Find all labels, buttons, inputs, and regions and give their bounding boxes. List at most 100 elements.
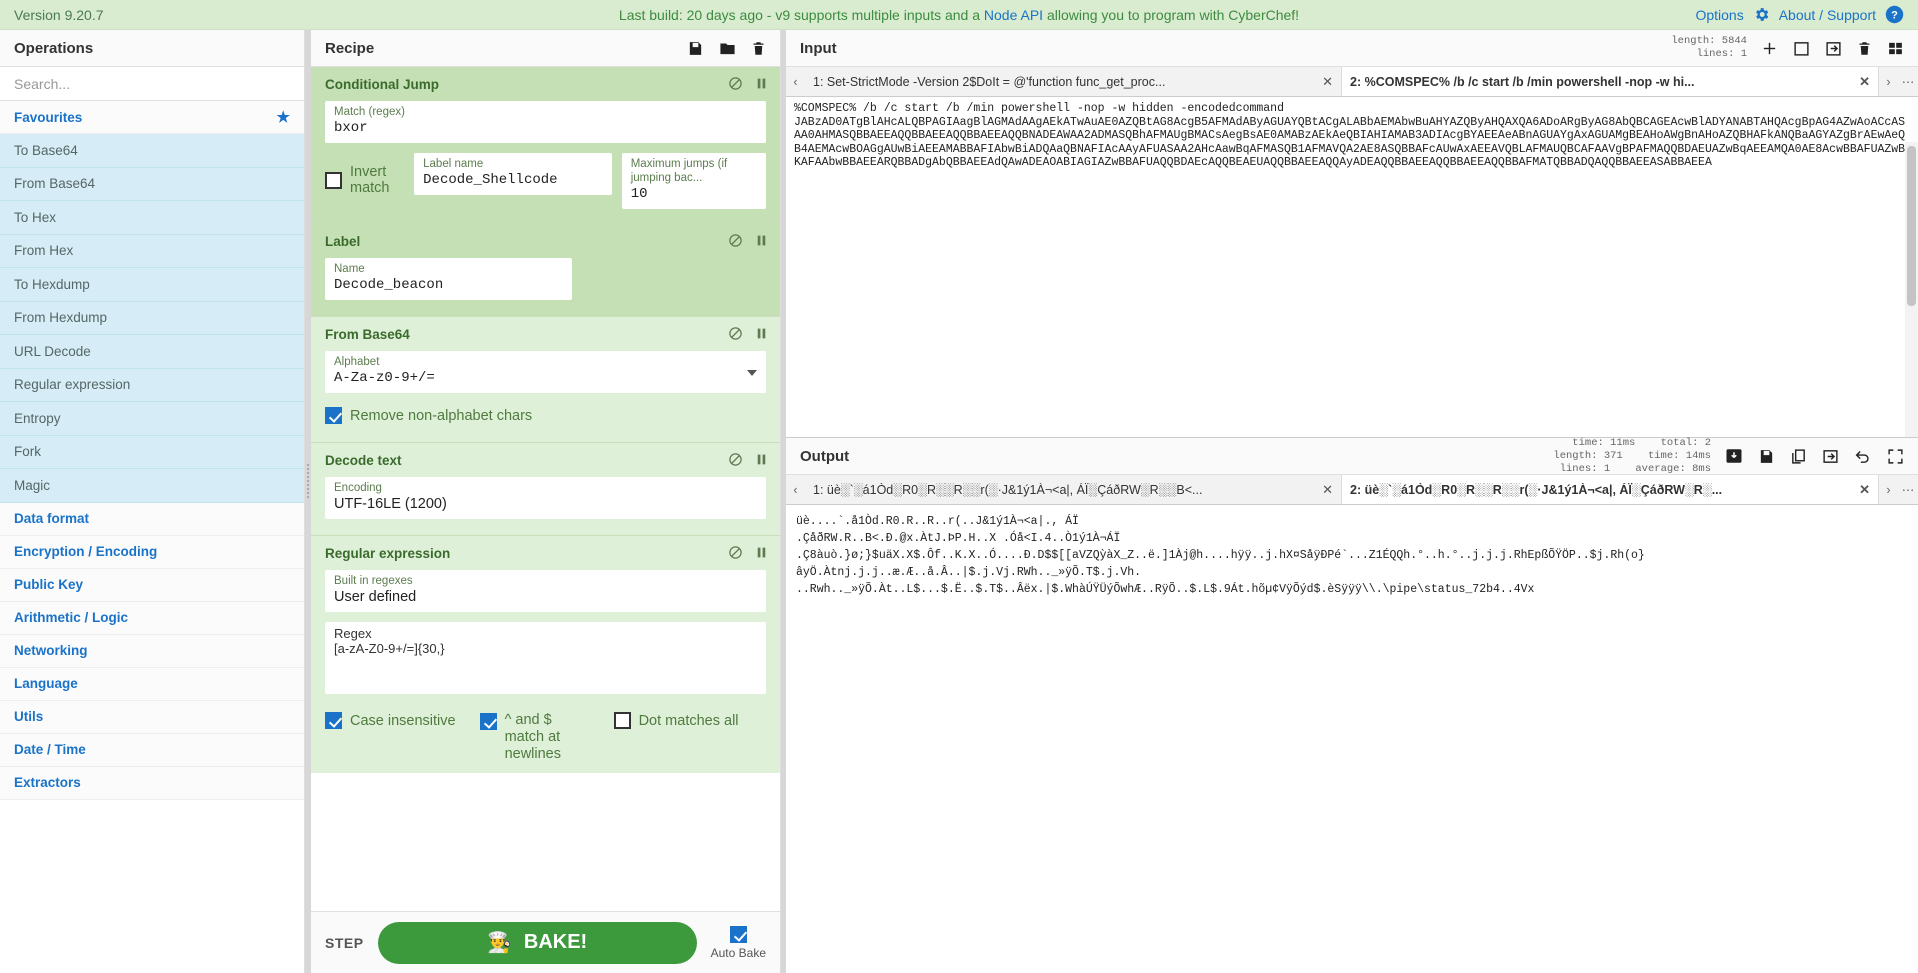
- operations-category[interactable]: Public Key: [0, 568, 304, 602]
- field-name[interactable]: Name Decode_beacon: [325, 258, 572, 300]
- about-support-link[interactable]: About / Support: [1779, 7, 1876, 23]
- operation-item[interactable]: To Hex: [0, 201, 304, 235]
- operation-item[interactable]: From Hex: [0, 234, 304, 268]
- tabs-prev-arrow[interactable]: ‹: [786, 475, 805, 504]
- options-link[interactable]: Options: [1695, 7, 1743, 23]
- operations-panel: Operations Favourites ★ To Base64From Ba…: [0, 30, 305, 973]
- field-match-regex[interactable]: Match (regex) bxor: [325, 101, 766, 143]
- operation-item[interactable]: Regular expression: [0, 368, 304, 402]
- clear-recipe-icon[interactable]: [751, 40, 766, 57]
- node-api-link[interactable]: Node API: [984, 7, 1043, 23]
- io-tab[interactable]: 2: üè░`░á1Òd░R0░R░░R░░r(░·J&1ý1À¬<a|, ÁÏ…: [1342, 475, 1879, 504]
- field-encoding[interactable]: Encoding UTF-16LE (1200): [325, 477, 766, 519]
- input-scrollbar-thumb[interactable]: [1907, 146, 1916, 306]
- recipe-op-decode-text[interactable]: Decode text Encoding UTF-16LE (1200): [311, 443, 780, 536]
- disable-op-icon[interactable]: [728, 233, 743, 248]
- step-button[interactable]: STEP: [325, 935, 364, 951]
- breakpoint-op-icon[interactable]: [755, 76, 768, 91]
- field-regex[interactable]: Regex [a-zA-Z0-9+/=]{30,}: [325, 622, 766, 694]
- operation-item[interactable]: URL Decode: [0, 335, 304, 369]
- output-time-value: 11ms: [1610, 436, 1636, 449]
- io-tab[interactable]: 1: üè░`░á1Òd░R0░R░░R░░r(░·J&1ý1À¬<a|, ÁÏ…: [805, 475, 1342, 504]
- multiline-checkbox[interactable]: ^ and $ match at newlines: [479, 712, 590, 763]
- category-favourites[interactable]: Favourites ★: [0, 101, 304, 134]
- tabs-next-arrow[interactable]: ›: [1879, 475, 1898, 504]
- dot-matches-all-checkbox[interactable]: Dot matches all: [613, 712, 739, 729]
- operation-item[interactable]: From Base64: [0, 167, 304, 201]
- recipe-op-from-base64[interactable]: From Base64 Alphabet A-Za-z0-9+/= Remove…: [311, 317, 780, 443]
- breakpoint-op-icon[interactable]: [755, 452, 768, 467]
- operation-item[interactable]: Magic: [0, 469, 304, 503]
- close-icon[interactable]: ✕: [1859, 482, 1870, 498]
- save-recipe-icon[interactable]: [687, 40, 704, 57]
- open-tab-icon[interactable]: [1822, 448, 1839, 465]
- io-tab[interactable]: 2: %COMSPEC% /b /c start /b /min powersh…: [1342, 67, 1879, 96]
- operations-category[interactable]: Language: [0, 667, 304, 701]
- disable-op-icon[interactable]: [728, 76, 743, 91]
- operations-category[interactable]: Encryption / Encoding: [0, 535, 304, 569]
- input-textarea[interactable]: %COMSPEC% /b /c start /b /min powershell…: [786, 97, 1918, 437]
- breakpoint-op-icon[interactable]: [755, 326, 768, 341]
- save-disk-icon[interactable]: [1725, 447, 1743, 465]
- field-value: Decode_Shellcode: [423, 172, 558, 188]
- io-tab[interactable]: 1: Set-StrictMode -Version 2$DoIt = @'fu…: [805, 67, 1342, 96]
- open-folder-arrow-icon[interactable]: [1825, 40, 1842, 57]
- disable-op-icon[interactable]: [728, 326, 743, 341]
- input-header: Input length: 5844 lines: 1: [786, 30, 1918, 67]
- output-title: Output: [800, 447, 850, 465]
- operation-item[interactable]: Entropy: [0, 402, 304, 436]
- operation-item[interactable]: To Base64: [0, 134, 304, 168]
- operations-category[interactable]: Networking: [0, 634, 304, 668]
- tabs-more-icon[interactable]: ⋯: [1898, 67, 1918, 96]
- recipe-op-regular-expression[interactable]: Regular expression Built in regexes User…: [311, 536, 780, 708]
- operation-item[interactable]: To Hexdump: [0, 268, 304, 302]
- tabs-next-arrow[interactable]: ›: [1879, 67, 1898, 96]
- clear-input-icon[interactable]: [1857, 40, 1872, 57]
- help-icon[interactable]: ?: [1885, 5, 1904, 24]
- grid-view-icon[interactable]: [1887, 40, 1904, 57]
- recipe-op-label[interactable]: Label Name Decode_beacon: [311, 224, 780, 317]
- checkbox-box: [613, 712, 631, 729]
- io-tab-label: 1: Set-StrictMode -Version 2$DoIt = @'fu…: [813, 74, 1166, 89]
- remove-non-alphabet-checkbox[interactable]: Remove non-alphabet chars: [325, 407, 766, 424]
- undo-icon[interactable]: [1854, 448, 1872, 465]
- operations-category[interactable]: Arithmetic / Logic: [0, 601, 304, 635]
- close-icon[interactable]: ✕: [1322, 482, 1333, 498]
- breakpoint-op-icon[interactable]: [755, 545, 768, 560]
- breakpoint-op-icon[interactable]: [755, 233, 768, 248]
- close-icon[interactable]: ✕: [1322, 74, 1333, 90]
- input-scrollbar[interactable]: [1905, 142, 1918, 437]
- operation-item[interactable]: From Hexdump: [0, 301, 304, 335]
- operations-category[interactable]: Data format: [0, 502, 304, 536]
- gear-icon[interactable]: [1753, 6, 1770, 23]
- field-maximum-jumps[interactable]: Maximum jumps (if jumping bac... 10: [621, 153, 767, 209]
- search-box[interactable]: [0, 67, 304, 101]
- open-folder-icon[interactable]: [1793, 40, 1810, 57]
- disable-op-icon[interactable]: [728, 452, 743, 467]
- operations-category[interactable]: Utils: [0, 700, 304, 734]
- bake-button[interactable]: 👨‍🍳 BAKE!: [377, 921, 697, 964]
- save-icon[interactable]: [1758, 448, 1775, 465]
- case-insensitive-checkbox[interactable]: Case insensitive: [325, 712, 456, 729]
- tabs-prev-arrow[interactable]: ‹: [786, 67, 805, 96]
- add-input-icon[interactable]: [1761, 40, 1778, 57]
- load-recipe-icon[interactable]: [718, 40, 737, 57]
- copy-icon[interactable]: [1790, 448, 1807, 465]
- field-built-in-regexes[interactable]: Built in regexes User defined: [325, 570, 766, 612]
- field-alphabet[interactable]: Alphabet A-Za-z0-9+/=: [325, 351, 766, 393]
- maximise-icon[interactable]: [1887, 448, 1904, 465]
- disable-op-icon[interactable]: [728, 545, 743, 560]
- search-input[interactable]: [14, 75, 290, 92]
- notice-suffix: allowing you to program with CyberChef!: [1043, 6, 1300, 23]
- recipe-op-conditional-jump[interactable]: Conditional Jump Match (regex) bxor Inve…: [311, 67, 780, 224]
- field-label-name[interactable]: Label name Decode_Shellcode: [414, 153, 612, 195]
- operation-item[interactable]: Fork: [0, 435, 304, 469]
- close-icon[interactable]: ✕: [1859, 74, 1870, 90]
- tabs-more-icon[interactable]: ⋯: [1898, 475, 1918, 504]
- operations-category[interactable]: Date / Time: [0, 733, 304, 767]
- chevron-down-icon[interactable]: [747, 370, 757, 376]
- category-list: Data format Encryption / Encoding Public K…: [0, 502, 304, 800]
- operations-category[interactable]: Extractors: [0, 766, 304, 800]
- invert-match-checkbox[interactable]: Invert match: [325, 153, 404, 196]
- auto-bake-toggle[interactable]: Auto Bake: [711, 925, 766, 960]
